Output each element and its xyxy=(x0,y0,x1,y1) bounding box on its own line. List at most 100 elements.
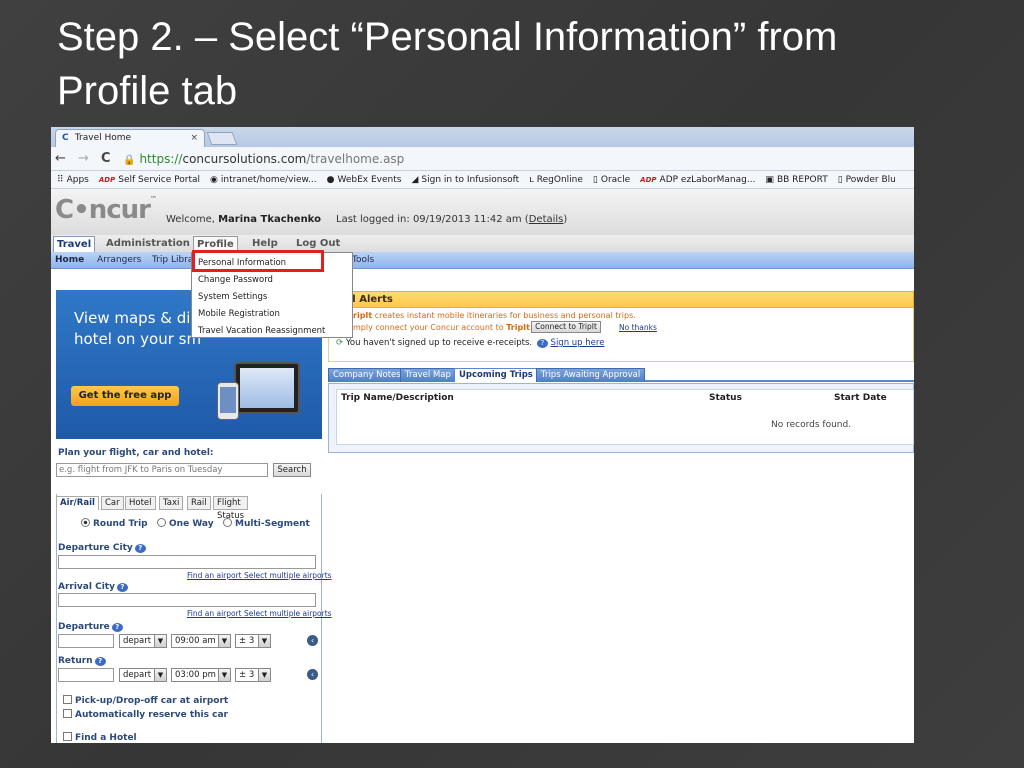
tab-travel[interactable]: Travel xyxy=(53,236,96,252)
help-icon[interactable]: ? xyxy=(536,339,548,348)
adp-icon: ADP xyxy=(640,176,657,184)
regonline-icon: ʟ xyxy=(529,175,534,185)
no-thanks-link[interactable]: No thanks xyxy=(619,323,657,332)
arrival-airport-links[interactable]: Find an airport Select multiple airports xyxy=(187,609,332,618)
tripit-line1: ripIt creates instant mobile itineraries… xyxy=(353,311,636,320)
pickup-checkbox-row[interactable]: Pick-up/Drop-off car at airport xyxy=(63,695,228,706)
tab-administration[interactable]: Administration xyxy=(103,236,193,252)
chevron-left-icon[interactable]: ‹ xyxy=(307,635,318,646)
connect-tripit-button[interactable]: Connect to TripIt xyxy=(531,321,601,333)
bookmark-item[interactable]: ◉ intranet/home/view... xyxy=(210,171,317,188)
forward-arrow-icon[interactable]: → xyxy=(78,151,89,166)
return-window-select[interactable]: ± 3 ▼ xyxy=(235,668,271,682)
menu-item-mobile-registration[interactable]: Mobile Registration xyxy=(198,309,280,319)
auto-reserve-checkbox[interactable] xyxy=(63,709,72,718)
chevron-left-icon[interactable]: ‹ xyxy=(307,669,318,680)
subnav-arrangers[interactable]: Arrangers xyxy=(97,252,141,268)
menu-item-system-settings[interactable]: System Settings xyxy=(198,292,267,302)
subnav-tools[interactable]: Tools xyxy=(352,252,374,268)
arrival-city-input[interactable] xyxy=(58,593,316,607)
departure-time-select[interactable]: 09:00 am ▼ xyxy=(171,634,231,648)
arrival-city-text: Arrival City xyxy=(58,582,115,592)
tab-car[interactable]: Car xyxy=(101,496,124,510)
radio-one-way[interactable] xyxy=(157,518,167,527)
multi-segment-option[interactable]: Multi-Segment xyxy=(223,518,310,529)
departure-city-text: Departure City xyxy=(58,543,133,553)
multi-segment-label: Multi-Segment xyxy=(235,519,310,529)
menu-item-change-password[interactable]: Change Password xyxy=(198,275,273,285)
url-host: concursolutions.com xyxy=(182,152,307,166)
radio-multi-segment[interactable] xyxy=(223,518,233,527)
departure-airport-links[interactable]: Find an airport Select multiple airports xyxy=(187,571,332,580)
tab-air-rail[interactable]: Air/Rail xyxy=(56,496,99,510)
bookmark-item[interactable]: ◢ Sign in to Infusionsoft xyxy=(411,171,520,188)
bookmark-item[interactable]: ⠿ Apps xyxy=(57,171,89,188)
bookmark-item[interactable]: ▯ Oracle xyxy=(593,171,630,188)
tab-travel-map[interactable]: Travel Map xyxy=(400,368,456,382)
new-tab-button[interactable] xyxy=(206,132,238,145)
menu-item-travel-vacation-reassignment[interactable]: Travel Vacation Reassignment xyxy=(198,326,325,336)
tab-rail[interactable]: Rail xyxy=(187,496,211,510)
tab-hotel[interactable]: Hotel xyxy=(125,496,156,510)
bookmark-label: BB REPORT xyxy=(776,175,828,185)
bookmark-item[interactable]: ʟ RegOnline xyxy=(529,171,583,188)
main-nav: Travel Administration Profile Help Log O… xyxy=(51,235,914,252)
departure-depart-value: depart xyxy=(123,636,152,646)
bookmark-item[interactable]: ▯ Powder Blu xyxy=(838,171,896,188)
tab-taxi[interactable]: Taxi xyxy=(159,496,184,510)
help-icon[interactable]: ? xyxy=(111,623,123,632)
return-depart-select[interactable]: depart ▼ xyxy=(119,668,167,682)
close-icon[interactable]: × xyxy=(190,130,198,146)
bookmark-label: Sign in to Infusionsoft xyxy=(421,175,520,185)
bookmark-label: WebEx Events xyxy=(337,175,402,185)
help-icon[interactable]: ? xyxy=(94,657,106,666)
signup-link[interactable]: Sign up here xyxy=(551,338,605,348)
tab-upcoming-trips[interactable]: Upcoming Trips xyxy=(454,368,538,382)
back-arrow-icon[interactable]: ← xyxy=(55,151,66,166)
help-icon[interactable]: ? xyxy=(116,583,128,592)
bookmark-label: RegOnline xyxy=(536,175,583,185)
search-button[interactable]: Search xyxy=(273,463,311,477)
return-window-value: ± 3 xyxy=(239,670,255,680)
return-time-select[interactable]: 03:00 pm ▼ xyxy=(171,668,231,682)
col-status[interactable]: Status xyxy=(709,393,742,403)
departure-city-input[interactable] xyxy=(58,555,316,569)
col-start-date[interactable]: Start Date xyxy=(834,393,887,403)
pickup-checkbox[interactable] xyxy=(63,695,72,704)
departure-window-select[interactable]: ± 3 ▼ xyxy=(235,634,271,648)
screenshot: C Travel Home × ← → C 🔒 https://concursol… xyxy=(51,127,914,743)
tab-company-notes[interactable]: Company Notes xyxy=(328,368,406,382)
departure-date-input[interactable] xyxy=(58,634,114,648)
bookmark-item[interactable]: ADP ADP ezLaborManag... xyxy=(640,171,756,188)
radio-round-trip[interactable] xyxy=(81,518,90,527)
one-way-label: One Way xyxy=(169,519,214,529)
reload-icon[interactable]: C xyxy=(101,151,111,166)
arrival-city-label: Arrival City? xyxy=(58,582,128,592)
subnav-trip-library[interactable]: Trip Libra xyxy=(152,252,193,268)
browser-tab[interactable]: C Travel Home × xyxy=(55,129,205,147)
find-hotel-checkbox[interactable] xyxy=(63,732,72,741)
return-date-input[interactable] xyxy=(58,668,114,682)
lock-icon: 🔒 xyxy=(123,155,136,166)
tab-flight-status[interactable]: Flight Status xyxy=(213,496,249,521)
one-way-option[interactable]: One Way xyxy=(157,518,214,529)
chevron-down-icon: ▼ xyxy=(154,669,166,681)
bookmark-item[interactable]: ● WebEx Events xyxy=(327,171,402,188)
tab-trips-awaiting-approval[interactable]: Trips Awaiting Approval xyxy=(536,368,646,382)
help-icon[interactable]: ? xyxy=(134,544,146,553)
address-bar[interactable]: 🔒 https://concursolutions.com/travelhome.… xyxy=(123,150,913,168)
col-trip-name[interactable]: Trip Name/Description xyxy=(341,393,454,403)
auto-reserve-checkbox-row[interactable]: Automatically reserve this car xyxy=(63,709,228,720)
bookmark-label: ADP ezLaborManag... xyxy=(659,175,756,185)
round-trip-option[interactable]: Round Trip xyxy=(81,518,148,529)
get-app-button[interactable]: Get the free app xyxy=(71,386,179,406)
subnav-home[interactable]: Home xyxy=(55,252,84,268)
bookmark-item[interactable]: ADP Self Service Portal xyxy=(99,171,200,188)
details-link[interactable]: Details xyxy=(529,214,564,225)
tripit-bold: ripIt xyxy=(353,311,373,320)
find-hotel-checkbox-row[interactable]: Find a Hotel xyxy=(63,732,137,743)
departure-depart-select[interactable]: depart ▼ xyxy=(119,634,167,648)
departure-window-value: ± 3 xyxy=(239,636,255,646)
search-input[interactable]: e.g. flight from JFK to Paris on Tuesday xyxy=(56,463,268,477)
bookmark-item[interactable]: ▣ BB REPORT xyxy=(765,171,828,188)
